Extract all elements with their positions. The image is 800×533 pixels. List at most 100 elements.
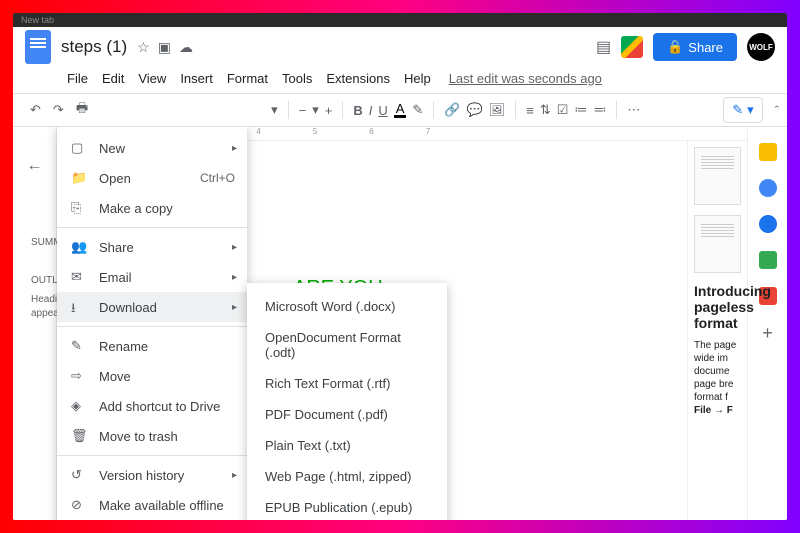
docs-logo-icon[interactable] (25, 30, 51, 64)
page-thumbnail[interactable] (694, 147, 741, 205)
menu-item-download[interactable]: ⭳ Download ▸ (57, 292, 247, 322)
avatar[interactable]: WOLF (747, 33, 775, 61)
calendar-icon[interactable] (759, 143, 777, 161)
info-body: The pagewide imdocumepage breformat fFil… (694, 339, 741, 417)
share-button[interactable]: 🔒 Share (653, 33, 737, 61)
menu-label: Make a copy (99, 201, 173, 216)
title-bar: steps (1) ☆ ▣ ☁ ▤ 🔒 Share WOLF (13, 27, 787, 67)
menu-item-version-history[interactable]: ↺ Version history ▸ (57, 460, 247, 490)
folder-icon: 📁 (71, 170, 87, 186)
menu-label: Share (99, 240, 134, 255)
move-icon[interactable]: ▣ (158, 39, 171, 56)
menu-item-offline[interactable]: ⊘ Make available offline (57, 490, 247, 520)
align-icon[interactable]: ≡ (526, 103, 534, 118)
content-area: ← SUMMARY OUTLINE Headingsappear 1234567… (13, 127, 787, 520)
menu-label: Move (99, 369, 131, 384)
redo-icon[interactable]: ↷ (50, 99, 67, 121)
menu-item-add-shortcut[interactable]: ◈ Add shortcut to Drive (57, 391, 247, 421)
add-icon[interactable]: + (762, 323, 773, 344)
bold-button[interactable]: B (353, 103, 362, 118)
menu-item-open[interactable]: 📁 Open Ctrl+O (57, 163, 247, 193)
comment-icon[interactable]: 💬 (467, 102, 483, 118)
download-txt[interactable]: Plain Text (.txt) (247, 430, 447, 461)
contacts-icon[interactable] (759, 251, 777, 269)
document-title[interactable]: steps (1) (61, 37, 127, 57)
chevron-right-icon: ▸ (232, 272, 237, 283)
menu-item-trash[interactable]: 🗑 Move to trash (57, 421, 247, 451)
menu-label: Open (99, 171, 131, 186)
back-icon[interactable]: ← (27, 157, 43, 175)
menu-tools[interactable]: Tools (276, 69, 318, 88)
email-icon: ✉ (71, 269, 87, 285)
keep-icon[interactable] (759, 179, 777, 197)
menu-item-new[interactable]: ▢ New ▸ (57, 133, 247, 163)
menu-file[interactable]: File (61, 69, 94, 88)
trash-icon: 🗑 (71, 428, 87, 444)
editing-mode-button[interactable]: ✎ ▾ (723, 97, 762, 123)
menu-item-move[interactable]: ⇨ Move (57, 361, 247, 391)
underline-button[interactable]: U (378, 103, 387, 118)
share-label: Share (688, 40, 723, 55)
zoom-dropdown[interactable]: ▾ (271, 102, 278, 118)
cloud-icon[interactable]: ☁ (179, 39, 193, 56)
download-rtf[interactable]: Rich Text Format (.rtf) (247, 368, 447, 399)
toolbar: ↶ ↷ 🖶 ▾ − ▾ + B I U A ✎ 🔗 💬 🖼 ≡ (13, 93, 787, 127)
italic-button[interactable]: I (369, 103, 373, 118)
menu-edit[interactable]: Edit (96, 69, 130, 88)
menu-item-email[interactable]: ✉ Email ▸ (57, 262, 247, 292)
numbered-list-icon[interactable]: ≕ (593, 102, 606, 118)
info-panel: Introducing pageless format The pagewide… (694, 283, 741, 417)
download-icon: ⭳ (71, 299, 87, 315)
comment-history-icon[interactable]: ▤ (596, 37, 611, 57)
meet-icon[interactable] (621, 36, 643, 58)
checklist-icon[interactable]: ☑ (557, 102, 569, 118)
download-odt[interactable]: OpenDocument Format (.odt) (247, 322, 447, 368)
file-menu-dropdown: ▢ New ▸ 📁 Open Ctrl+O ⎘ Make a copy 👥 Sh… (57, 127, 247, 520)
bulleted-list-icon[interactable]: ≔ (574, 102, 587, 118)
download-docx[interactable]: Microsoft Word (.docx) (247, 291, 447, 322)
image-icon[interactable]: 🖼 (489, 102, 506, 118)
menu-bar: File Edit View Insert Format Tools Exten… (13, 67, 787, 89)
pen-icon: ✎ (732, 102, 743, 118)
shortcut-label: Ctrl+O (200, 171, 235, 185)
menu-divider (57, 455, 247, 456)
highlight-icon[interactable]: ✎ (412, 102, 423, 118)
menu-label: Email (99, 270, 132, 285)
tasks-icon[interactable] (759, 215, 777, 233)
download-epub[interactable]: EPUB Publication (.epub) (247, 492, 447, 520)
move-icon: ⇨ (71, 368, 87, 384)
menu-label: Download (99, 300, 157, 315)
more-icon[interactable]: ⋯ (627, 102, 640, 118)
left-gutter: ← (13, 127, 57, 520)
download-submenu: Microsoft Word (.docx) OpenDocument Form… (247, 283, 447, 520)
menu-view[interactable]: View (132, 69, 172, 88)
lock-icon: 🔒 (667, 39, 683, 55)
download-pdf[interactable]: PDF Document (.pdf) (247, 399, 447, 430)
info-title: Introducing pageless format (694, 283, 741, 331)
browser-window: New tab steps (1) ☆ ▣ ☁ ▤ 🔒 Share WOLF F… (13, 13, 787, 520)
menu-format[interactable]: Format (221, 69, 274, 88)
page-thumbnail[interactable] (694, 215, 741, 273)
font-inc[interactable]: + (325, 103, 333, 118)
undo-icon[interactable]: ↶ (27, 99, 44, 121)
link-icon[interactable]: 🔗 (444, 102, 460, 118)
browser-tab-strip: New tab (13, 13, 787, 27)
menu-insert[interactable]: Insert (174, 69, 219, 88)
rename-icon: ✎ (71, 338, 87, 354)
menu-extensions[interactable]: Extensions (320, 69, 396, 88)
last-edit-link[interactable]: Last edit was seconds ago (443, 69, 608, 88)
share-icon: 👥 (71, 239, 87, 255)
menu-help[interactable]: Help (398, 69, 437, 88)
font-size[interactable]: ▾ (312, 102, 319, 118)
print-icon[interactable]: 🖶 (73, 96, 91, 124)
menu-item-rename[interactable]: ✎ Rename (57, 331, 247, 361)
line-spacing-icon[interactable]: ⇅ (540, 102, 551, 118)
font-dropdown[interactable]: − (299, 103, 307, 118)
download-html[interactable]: Web Page (.html, zipped) (247, 461, 447, 492)
text-color-button[interactable]: A (394, 103, 407, 118)
collapse-icon[interactable]: ˆ (775, 103, 779, 118)
menu-item-share[interactable]: 👥 Share ▸ (57, 232, 247, 262)
menu-item-make-copy[interactable]: ⎘ Make a copy (57, 193, 247, 223)
star-icon[interactable]: ☆ (137, 39, 150, 56)
browser-tab[interactable]: New tab (21, 15, 54, 25)
